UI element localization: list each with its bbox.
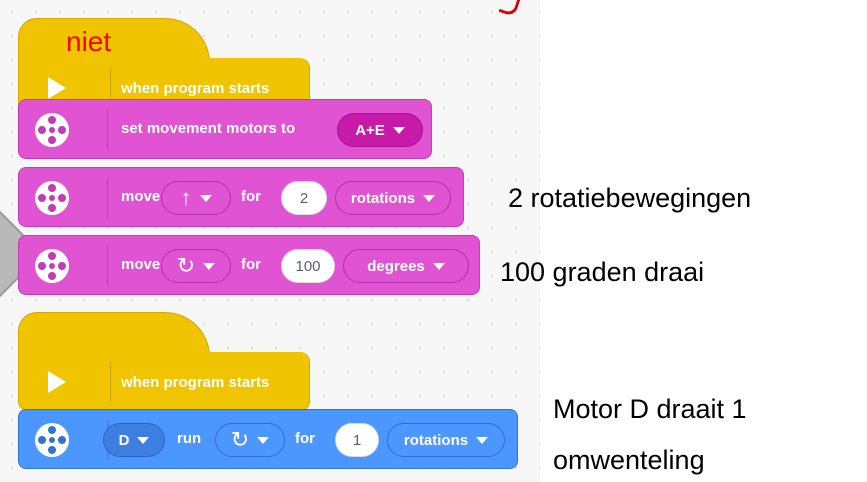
block-separator <box>107 110 108 150</box>
annotation-motor-line2: omwenteling <box>553 445 705 475</box>
for-label: for <box>241 256 261 273</box>
arrow-up-icon: ↑ <box>180 185 192 210</box>
move-label: move <box>121 256 161 273</box>
unit-value: rotations <box>403 431 469 449</box>
chevron-down-icon <box>199 194 212 202</box>
unit-dropdown[interactable]: rotations <box>387 423 505 457</box>
for-label: for <box>241 188 261 205</box>
direction-dropdown[interactable]: ↻ <box>215 423 285 457</box>
chevron-down-icon <box>476 436 489 444</box>
chevron-down-icon <box>257 436 270 444</box>
movement-motor-icon <box>35 249 69 283</box>
rotate-clockwise-icon: ↻ <box>176 253 196 278</box>
unit-dropdown[interactable]: degrees <box>343 249 469 283</box>
block-separator <box>110 362 111 402</box>
chevron-down-icon <box>137 436 150 444</box>
direction-dropdown[interactable]: ↻ <box>161 249 231 283</box>
annotation-degrees: 100 graden draai <box>500 257 705 287</box>
amount-input[interactable]: 1 <box>335 423 379 457</box>
motor-port-dropdown[interactable]: D <box>103 423 165 457</box>
unit-value: rotations <box>350 189 416 207</box>
move-degrees-block[interactable]: move ↻ for 100 degrees <box>18 235 480 295</box>
move-rotations-block[interactable]: move ↑ for 2 rotations <box>18 167 464 227</box>
unit-value: degrees <box>367 257 425 275</box>
chevron-down-icon <box>203 262 216 270</box>
unit-dropdown[interactable]: rotations <box>335 181 451 215</box>
motor-run-block[interactable]: D run ↻ for 1 rotations <box>18 409 518 469</box>
rotate-clockwise-icon: ↻ <box>230 427 250 452</box>
amount-input[interactable]: 100 <box>281 249 335 283</box>
motor-icon <box>35 423 69 457</box>
set-movement-motors-block[interactable]: set movement motors to A+E <box>18 99 432 159</box>
movement-motor-icon <box>35 113 69 147</box>
block-separator <box>107 178 108 218</box>
play-icon <box>48 371 66 393</box>
annotation-motor-line1: Motor D draait 1 <box>553 394 747 424</box>
hat-label: when program starts <box>121 374 270 391</box>
motor-port-value: D <box>118 431 130 449</box>
hat-cap <box>18 18 210 63</box>
move-label: move <box>121 188 161 205</box>
chevron-down-icon <box>432 262 445 270</box>
for-label: for <box>295 430 315 447</box>
chevron-down-icon <box>423 194 436 202</box>
set-movement-label: set movement motors to <box>121 120 296 137</box>
block-separator <box>107 246 108 286</box>
movement-motor-icon <box>35 181 69 215</box>
run-label: run <box>177 430 202 447</box>
hat-label: when program starts <box>121 80 270 97</box>
motor-ports-dropdown[interactable]: A+E <box>337 113 423 147</box>
annotation-niet: niet <box>66 26 112 57</box>
annotation-rotations: 2 rotatiebewegingen <box>508 183 752 213</box>
hat-cap <box>18 312 210 357</box>
motor-ports-value: A+E <box>355 121 385 139</box>
amount-input[interactable]: 2 <box>281 181 327 215</box>
direction-dropdown[interactable]: ↑ <box>161 181 231 215</box>
chevron-down-icon <box>392 126 405 134</box>
play-icon <box>48 77 66 99</box>
